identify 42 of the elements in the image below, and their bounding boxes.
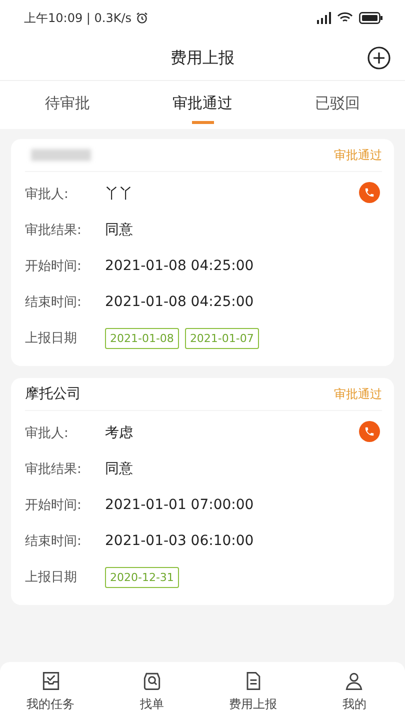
nav-item[interactable]: 找单 bbox=[101, 662, 202, 720]
wifi-icon bbox=[337, 12, 353, 24]
add-button[interactable] bbox=[367, 46, 391, 70]
field-label: 上报日期 bbox=[25, 330, 78, 347]
signal-icon bbox=[315, 12, 331, 24]
card-title: 摩托公司 bbox=[25, 385, 81, 403]
field-label: 审批人: bbox=[25, 425, 70, 442]
tab[interactable]: 已驳回 bbox=[270, 81, 405, 129]
tab[interactable]: 待审批 bbox=[0, 81, 135, 129]
field-value: 丫丫 bbox=[105, 185, 133, 203]
field-value: 考虑 bbox=[105, 424, 133, 442]
field-label: 结束时间: bbox=[25, 533, 82, 550]
battery-icon bbox=[359, 12, 383, 24]
date-tag: 2021-01-08 bbox=[105, 328, 179, 348]
status-label: 审批通过 bbox=[334, 386, 382, 402]
nav-item[interactable]: 我的任务 bbox=[0, 662, 102, 720]
field-label: 结束时间: bbox=[25, 294, 82, 311]
date-tag: 2020-12-31 bbox=[105, 566, 179, 588]
field-value: 同意 bbox=[105, 460, 133, 478]
field-value: 2021-01-01 07:00:00 bbox=[105, 497, 254, 513]
date-tag: 2021-01-07 bbox=[184, 328, 259, 348]
tab[interactable]: 审批通过 bbox=[135, 81, 270, 129]
page-title: 费用上报 bbox=[170, 48, 234, 68]
field-label: 审批结果: bbox=[25, 222, 82, 239]
status-label: 审批通过 bbox=[334, 146, 382, 164]
field-value: 同意 bbox=[105, 221, 133, 239]
field-label: 开始时间: bbox=[25, 497, 82, 514]
phone-icon bbox=[364, 187, 375, 198]
nav-item[interactable]: 费用上报 bbox=[202, 662, 304, 720]
field-value: 2021-01-08 04:25:00 bbox=[105, 258, 254, 274]
field-label: 审批结果: bbox=[25, 461, 82, 478]
field-value: 2021-01-03 06:10:00 bbox=[105, 533, 254, 549]
phone-icon bbox=[364, 426, 375, 437]
field-label: 上报日期 bbox=[25, 569, 78, 586]
field-label: 审批人: bbox=[25, 186, 70, 203]
field-value: 2021-01-08 04:25:00 bbox=[105, 294, 254, 310]
field-label: 开始时间: bbox=[25, 258, 82, 275]
alarm-icon bbox=[136, 12, 148, 24]
phone-button[interactable] bbox=[359, 182, 380, 203]
phone-button[interactable] bbox=[359, 421, 380, 442]
nav-item[interactable]: 我的 bbox=[304, 662, 405, 720]
status-time: 上午10:09 | 0.3K/s bbox=[24, 10, 132, 26]
